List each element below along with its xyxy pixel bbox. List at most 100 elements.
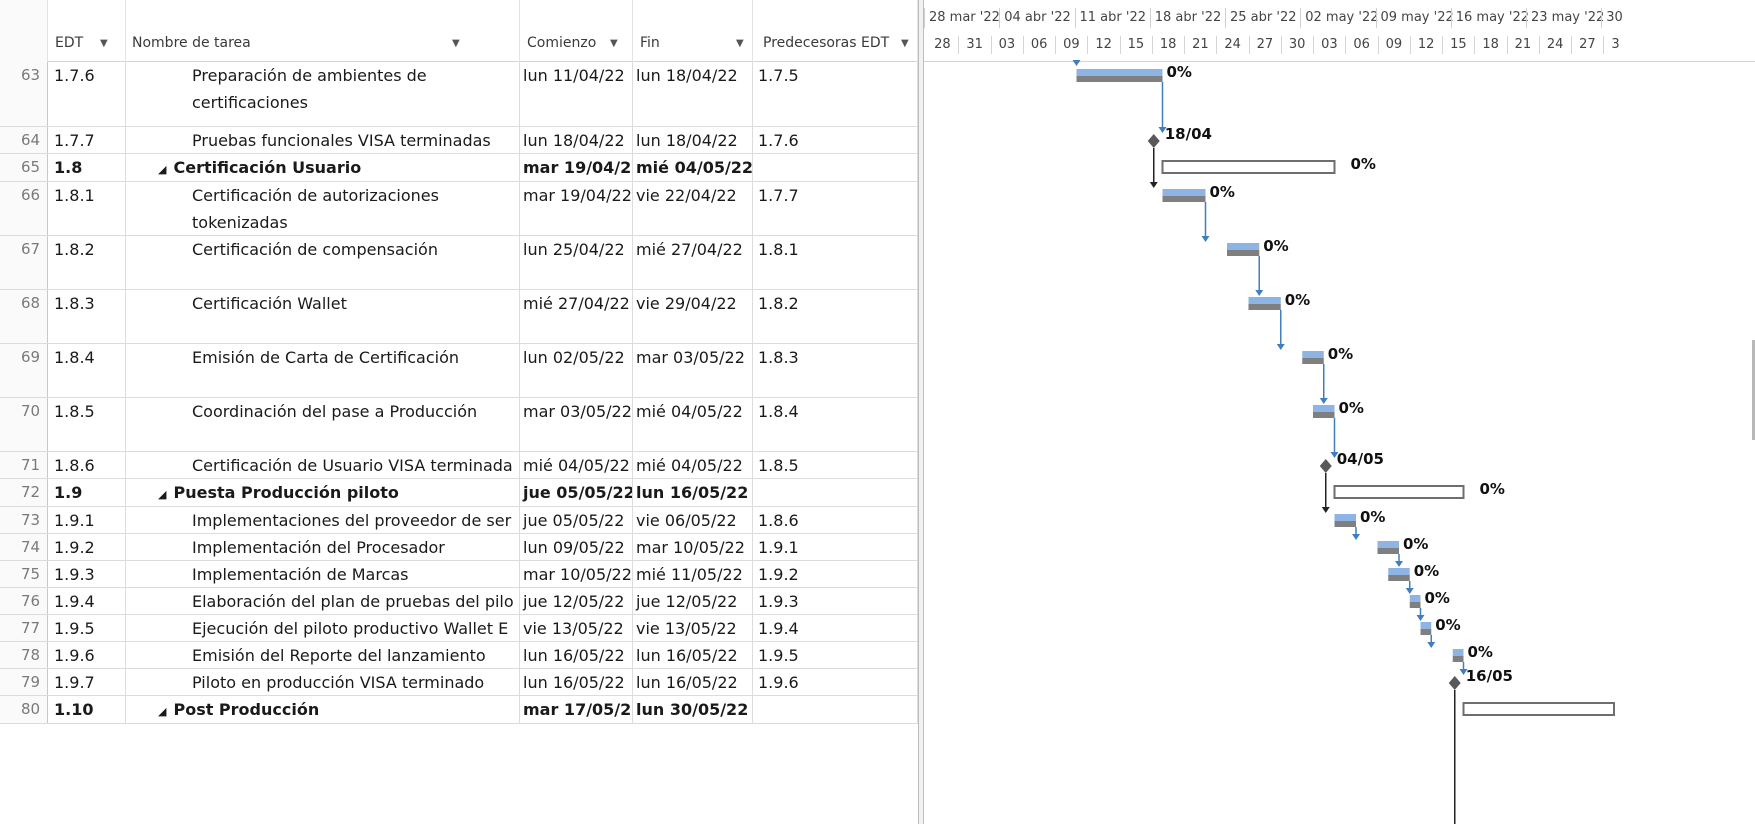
start-date-cell[interactable]: lun 18/04/22 xyxy=(520,127,633,153)
column-header-name[interactable]: Nombre de tarea ▼ xyxy=(126,0,520,62)
row-number[interactable]: 69 xyxy=(0,344,48,397)
predecessor-cell[interactable]: 1.7.6 xyxy=(753,127,918,153)
row-number[interactable]: 71 xyxy=(0,452,48,478)
summary-bar[interactable] xyxy=(1333,485,1465,499)
table-row[interactable]: 66 1.8.1 Certificación de autorizaciones t… xyxy=(0,182,918,236)
edt-cell[interactable]: 1.7.6 xyxy=(48,62,126,126)
table-row[interactable]: 78 1.9.6 Emisión del Reporte del lanzamien… xyxy=(0,642,918,669)
predecessor-cell[interactable]: 1.9.1 xyxy=(753,534,918,560)
end-date-cell[interactable]: lun 16/05/22 xyxy=(633,669,753,695)
end-date-cell[interactable]: mar 10/05/22 xyxy=(633,534,753,560)
predecessor-cell[interactable] xyxy=(753,479,918,506)
table-row[interactable]: 75 1.9.3 Implementación de Marcas mar 10/05… xyxy=(0,561,918,588)
end-date-cell[interactable]: vie 29/04/22 xyxy=(633,290,753,343)
column-header-edt[interactable]: EDT ▼ xyxy=(48,0,126,62)
predecessor-cell[interactable]: 1.9.2 xyxy=(753,561,918,587)
edt-cell[interactable]: 1.9.1 xyxy=(48,507,126,533)
task-name-cell[interactable]: Certificación de autorizaciones tokeniza… xyxy=(126,182,520,235)
milestone-diamond[interactable] xyxy=(1319,459,1332,473)
task-name-cell[interactable]: Coordinación del pase a Producción xyxy=(126,398,520,451)
task-name-cell[interactable]: Certificación Wallet xyxy=(126,290,520,343)
table-row[interactable]: 79 1.9.7 Piloto en producción VISA termina… xyxy=(0,669,918,696)
edt-cell[interactable]: 1.9.5 xyxy=(48,615,126,641)
row-number[interactable]: 72 xyxy=(0,479,48,506)
task-name-cell[interactable]: Certificación de Usuario VISA terminada xyxy=(126,452,520,478)
predecessor-cell[interactable]: 1.8.2 xyxy=(753,290,918,343)
edt-cell[interactable]: 1.8 xyxy=(48,154,126,181)
row-number[interactable]: 66 xyxy=(0,182,48,235)
task-bar[interactable] xyxy=(1420,622,1432,629)
start-date-cell[interactable]: mié 04/05/22 xyxy=(520,452,633,478)
filter-arrow-icon[interactable]: ▼ xyxy=(901,38,909,49)
edt-cell[interactable]: 1.8.4 xyxy=(48,344,126,397)
row-number[interactable]: 80 xyxy=(0,696,48,723)
filter-arrow-icon[interactable]: ▼ xyxy=(452,38,460,49)
task-bar[interactable] xyxy=(1452,649,1464,656)
row-number[interactable]: 63 xyxy=(0,62,48,126)
end-date-cell[interactable]: vie 22/04/22 xyxy=(633,182,753,235)
start-date-cell[interactable]: lun 16/05/22 xyxy=(520,642,633,668)
table-row[interactable]: 71 1.8.6 Certificación de Usuario VISA ter… xyxy=(0,452,918,479)
predecessor-cell[interactable]: 1.8.3 xyxy=(753,344,918,397)
row-number[interactable]: 67 xyxy=(0,236,48,289)
table-row[interactable]: 73 1.9.1 Implementaciones del proveedor de… xyxy=(0,507,918,534)
collapse-triangle-icon[interactable]: ◢ xyxy=(158,488,166,501)
table-row[interactable]: 63 1.7.6 Preparación de ambientes de certi… xyxy=(0,62,918,127)
predecessor-cell[interactable]: 1.8.4 xyxy=(753,398,918,451)
start-date-cell[interactable]: mar 10/05/22 xyxy=(520,561,633,587)
edt-cell[interactable]: 1.8.2 xyxy=(48,236,126,289)
start-date-cell[interactable]: lun 02/05/22 xyxy=(520,344,633,397)
end-date-cell[interactable]: lun 18/04/22 xyxy=(633,127,753,153)
table-row[interactable]: 74 1.9.2 Implementación del Procesador lun … xyxy=(0,534,918,561)
table-row[interactable]: 80 1.10 ◢ Post Producción mar 17/05/22 lun 30… xyxy=(0,696,918,724)
end-date-cell[interactable]: mié 04/05/22 xyxy=(633,452,753,478)
table-row[interactable]: 68 1.8.3 Certificación Wallet mié 27/04/22 v… xyxy=(0,290,918,344)
end-date-cell[interactable]: lun 18/04/22 xyxy=(633,62,753,126)
start-date-cell[interactable]: lun 16/05/22 xyxy=(520,669,633,695)
row-number[interactable]: 79 xyxy=(0,669,48,695)
end-date-cell[interactable]: vie 06/05/22 xyxy=(633,507,753,533)
row-number[interactable]: 70 xyxy=(0,398,48,451)
task-name-cell[interactable]: ◢ Puesta Producción piloto xyxy=(126,479,520,506)
filter-arrow-icon[interactable]: ▼ xyxy=(100,38,108,49)
predecessor-cell[interactable]: 1.8.6 xyxy=(753,507,918,533)
task-bar[interactable] xyxy=(1377,541,1400,548)
edt-cell[interactable]: 1.8.6 xyxy=(48,452,126,478)
task-bar[interactable] xyxy=(1162,189,1206,196)
task-bar[interactable] xyxy=(1248,297,1281,304)
edt-cell[interactable]: 1.8.5 xyxy=(48,398,126,451)
row-number[interactable]: 78 xyxy=(0,642,48,668)
table-row[interactable]: 65 1.8 ◢ Certificación Usuario mar 19/04/22 m… xyxy=(0,154,918,182)
task-name-cell[interactable]: Emisión de Carta de Certificación xyxy=(126,344,520,397)
edt-cell[interactable]: 1.9.4 xyxy=(48,588,126,614)
collapse-triangle-icon[interactable]: ◢ xyxy=(158,705,166,718)
start-date-cell[interactable]: mié 27/04/22 xyxy=(520,290,633,343)
task-bar[interactable] xyxy=(1388,568,1410,575)
row-number[interactable]: 64 xyxy=(0,127,48,153)
task-name-cell[interactable]: Elaboración del plan de pruebas del pilo xyxy=(126,588,520,614)
summary-bar[interactable] xyxy=(1161,160,1336,174)
row-number[interactable]: 65 xyxy=(0,154,48,181)
start-date-cell[interactable]: jue 12/05/22 xyxy=(520,588,633,614)
table-row[interactable]: 67 1.8.2 Certificación de compensación lun … xyxy=(0,236,918,290)
task-name-cell[interactable]: Preparación de ambientes de certificacio… xyxy=(126,62,520,126)
start-date-cell[interactable]: mar 03/05/22 xyxy=(520,398,633,451)
task-bar[interactable] xyxy=(1313,405,1335,412)
predecessor-cell[interactable]: 1.9.3 xyxy=(753,588,918,614)
row-number[interactable]: 77 xyxy=(0,615,48,641)
task-name-cell[interactable]: ◢ Certificación Usuario xyxy=(126,154,520,181)
edt-cell[interactable]: 1.9 xyxy=(48,479,126,506)
column-header-end[interactable]: Fin ▼ xyxy=(633,0,753,62)
predecessor-cell[interactable] xyxy=(753,154,918,181)
end-date-cell[interactable]: mar 03/05/22 xyxy=(633,344,753,397)
end-date-cell[interactable]: mié 04/05/22 xyxy=(633,398,753,451)
task-name-cell[interactable]: Ejecución del piloto productivo Wallet E xyxy=(126,615,520,641)
summary-bar[interactable] xyxy=(1462,702,1615,716)
task-name-cell[interactable]: Implementaciones del proveedor de ser xyxy=(126,507,520,533)
end-date-cell[interactable]: mié 11/05/22 xyxy=(633,561,753,587)
row-number[interactable]: 68 xyxy=(0,290,48,343)
edt-cell[interactable]: 1.9.2 xyxy=(48,534,126,560)
predecessor-cell[interactable] xyxy=(753,696,918,723)
predecessor-cell[interactable]: 1.9.4 xyxy=(753,615,918,641)
start-date-cell[interactable]: vie 13/05/22 xyxy=(520,615,633,641)
